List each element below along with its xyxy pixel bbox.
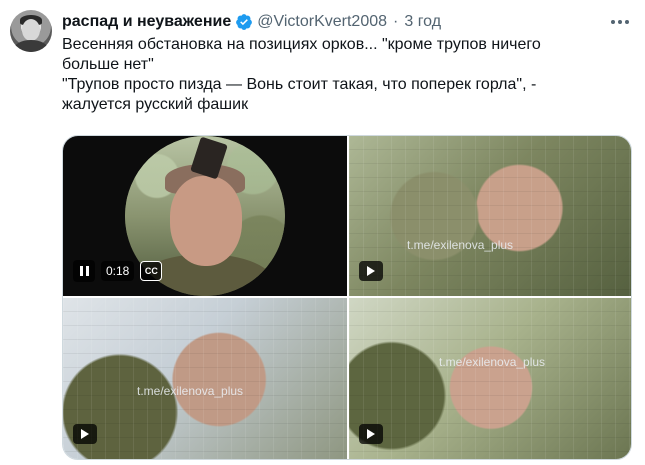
media-video-3[interactable]: t.me/exilenova_plus: [63, 298, 347, 459]
verified-badge-icon: [236, 14, 253, 30]
tweet-text: Весенняя обстановка на позициях орков...…: [62, 35, 627, 115]
tweet-text-line: жалуется русский фашик: [62, 96, 249, 113]
play-icon[interactable]: [73, 424, 97, 444]
tweet: распад и неуважение @VictorKvert2008 · 3…: [0, 0, 645, 465]
media-grid: 0:18 CC t.me/exilenova_plus t.me/exileno…: [62, 135, 632, 460]
pause-icon[interactable]: [73, 260, 95, 282]
tweet-text-line: "Трупов просто пизда — Вонь стоит такая,…: [62, 76, 537, 93]
tweet-time[interactable]: 3 год: [404, 13, 441, 31]
separator-dot: ·: [393, 13, 399, 30]
video-timecode: 0:18: [101, 261, 135, 281]
avatar[interactable]: [10, 10, 52, 52]
tweet-header: распад и неуважение @VictorKvert2008 · 3…: [62, 11, 441, 33]
tweet-text-line: больше нет": [62, 56, 154, 73]
captions-button[interactable]: CC: [140, 261, 163, 281]
author-name[interactable]: распад и неуважение: [62, 13, 231, 31]
watermark: t.me/exilenova_plus: [137, 384, 244, 398]
watermark: t.me/exilenova_plus: [407, 238, 514, 252]
play-icon[interactable]: [359, 424, 383, 444]
media-video-4[interactable]: t.me/exilenova_plus: [349, 298, 631, 459]
play-icon[interactable]: [359, 261, 383, 281]
video-controls: 0:18 CC: [73, 260, 163, 282]
tweet-text-line: Весенняя обстановка на позициях орков...…: [62, 36, 541, 53]
watermark: t.me/exilenova_plus: [439, 355, 546, 369]
media-video-1[interactable]: 0:18 CC: [63, 136, 347, 296]
media-video-2[interactable]: t.me/exilenova_plus: [349, 136, 631, 296]
more-options-icon[interactable]: [608, 12, 632, 32]
author-handle[interactable]: @VictorKvert2008: [257, 13, 387, 31]
